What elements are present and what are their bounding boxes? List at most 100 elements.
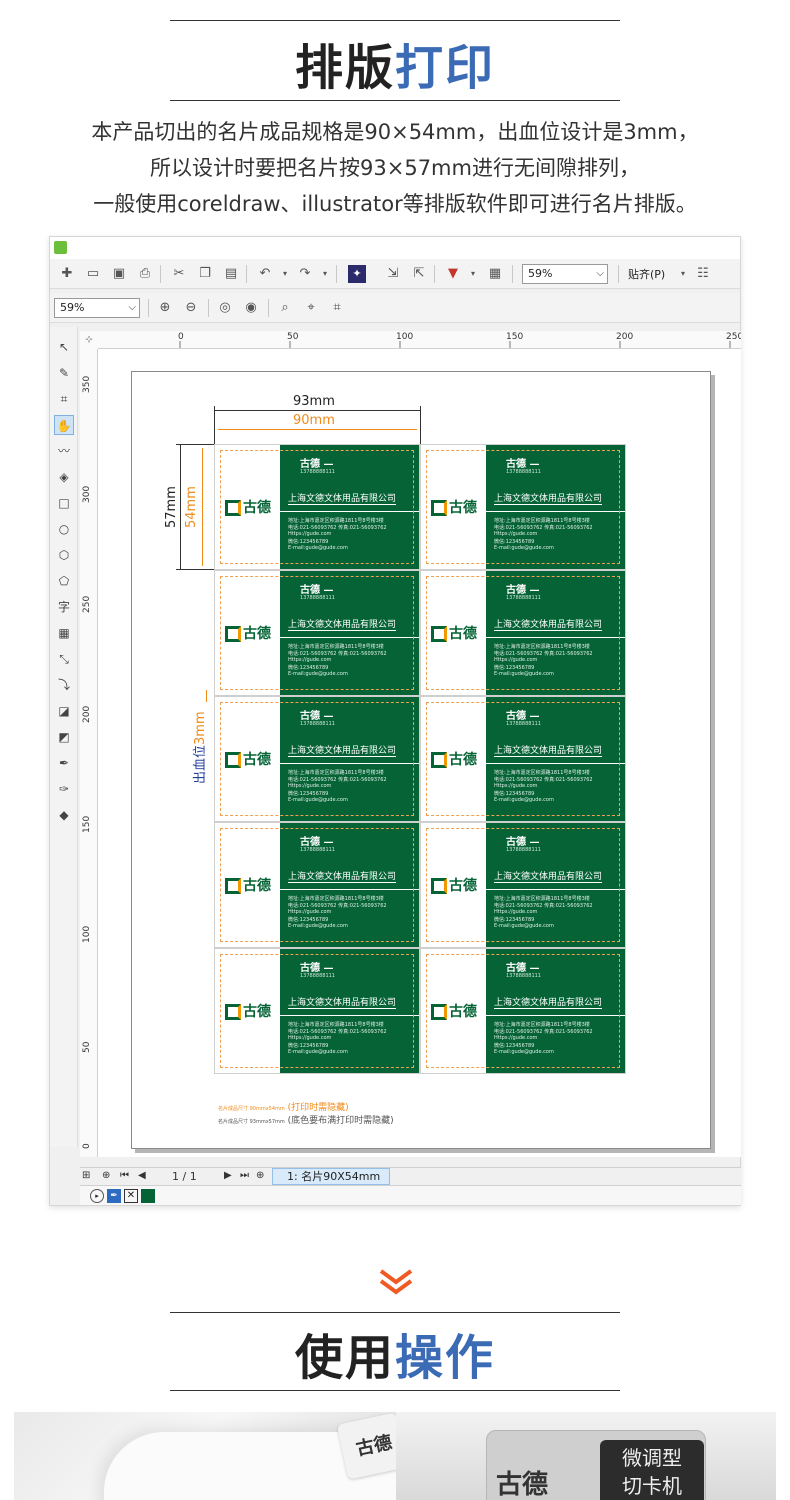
publish-dropdown-icon[interactable]: ▾ xyxy=(464,265,482,283)
connector-tool-icon[interactable]: ⤵ xyxy=(54,675,74,695)
footnote-2: 名片成品尺寸 93mmx57mm (底色要布满打印时需隐藏) xyxy=(218,1113,394,1126)
title2-blue: 操作 xyxy=(395,1330,496,1386)
green-color-swatch[interactable] xyxy=(141,1189,155,1203)
dim-height-outer-line xyxy=(180,444,181,570)
footnote-1-small: 名片成品尺寸 90mmx54mm xyxy=(218,1106,285,1112)
zoom-select-secondary[interactable]: 59% ⌵ xyxy=(54,298,140,318)
paste-icon[interactable]: ▤ xyxy=(222,265,240,283)
zoom-page-icon[interactable]: ⌕ xyxy=(276,299,294,317)
shape-tool-icon[interactable]: ✎ xyxy=(54,363,74,383)
zoom-selected-icon[interactable]: ◎ xyxy=(216,299,234,317)
product-label-line2: 切卡机 xyxy=(622,1474,682,1498)
business-card[interactable]: 古德 古德 —13788888111 上海文德文体用品有限公司 地址:上海市嘉定区积源… xyxy=(420,444,626,570)
ruler-v-label: 250 xyxy=(82,595,92,613)
transparency-tool-icon[interactable]: ◩ xyxy=(54,727,74,747)
business-card[interactable]: 古德 古德 —13788888111 上海文德文体用品有限公司 地址:上海市嘉定区积源… xyxy=(420,570,626,696)
document-palette-bar: ▸ ✒ ✕ xyxy=(80,1185,741,1205)
prev-page-icon[interactable]: ◀ xyxy=(138,1170,146,1181)
zoom-in-icon[interactable]: ⊕ xyxy=(156,299,174,317)
export-icon[interactable]: ⇱ xyxy=(410,265,428,283)
text-tool-icon[interactable]: 字 xyxy=(54,597,74,617)
eyedropper-icon[interactable]: ✒ xyxy=(107,1189,121,1203)
palette-menu-icon[interactable]: ▸ xyxy=(90,1189,104,1203)
save-icon[interactable]: ▣ xyxy=(110,265,128,283)
vertical-ruler[interactable]: 350 300 250 200 150 100 50 0 xyxy=(80,349,98,1157)
separator xyxy=(336,265,337,283)
bleed-size: 3mm xyxy=(193,711,208,745)
undo-dropdown-icon[interactable]: ▾ xyxy=(276,265,294,283)
zoom-all-objects-icon[interactable]: ◉ xyxy=(242,299,260,317)
zoom-page-width-icon[interactable]: ⌖ xyxy=(302,299,320,317)
pan-hand-tool-icon[interactable]: ✋ xyxy=(54,415,74,435)
business-card[interactable]: 古德 古德 —13788888111 上海文德文体用品有限公司 地址:上海市嘉定区积源… xyxy=(214,444,420,570)
ellipse-tool-icon[interactable]: ○ xyxy=(54,519,74,539)
search-content-icon[interactable]: ✦ xyxy=(348,265,366,283)
print-icon[interactable]: ⎙ xyxy=(136,265,154,283)
horizontal-ruler[interactable]: 0 50 100 150 200 250 xyxy=(98,331,741,349)
crop-tool-icon[interactable]: ⌗ xyxy=(54,389,74,409)
add-page-before-icon[interactable]: ⊕ xyxy=(102,1170,110,1181)
card-trim-guide xyxy=(220,954,414,1068)
drawing-canvas[interactable]: 93mm 90mm 57mm 54mm 出血位3mm 古德 古德 —1378888… xyxy=(98,349,741,1157)
separator xyxy=(268,299,269,317)
open-folder-icon[interactable]: ▭ xyxy=(84,265,102,283)
publish-pdf-icon[interactable]: ▼ xyxy=(444,265,462,283)
snap-to-menu[interactable]: 贴齐(P) xyxy=(628,266,665,282)
separator xyxy=(160,265,161,283)
new-document-icon[interactable]: ✚ xyxy=(58,265,76,283)
card-trim-guide xyxy=(220,576,414,690)
table-tool-icon[interactable]: ▦ xyxy=(54,623,74,643)
zoom-page-height-icon[interactable]: ⌗ xyxy=(328,299,346,317)
separator xyxy=(512,265,513,283)
redo-dropdown-icon[interactable]: ▾ xyxy=(316,265,334,283)
dim-width-outer-line xyxy=(214,410,421,411)
bleed-marker xyxy=(206,690,207,702)
undo-icon[interactable]: ↶ xyxy=(256,265,274,283)
app-logo-icon xyxy=(54,241,67,254)
snap-dropdown-icon[interactable]: ▾ xyxy=(674,265,692,283)
footnote-1: 名片成品尺寸 90mmx54mm (打印时需隐藏) xyxy=(218,1100,349,1113)
basic-shapes-tool-icon[interactable]: ⬠ xyxy=(54,571,74,591)
smart-fill-tool-icon[interactable]: ◈ xyxy=(54,467,74,487)
copy-icon[interactable]: ❐ xyxy=(196,265,214,283)
zoom-secondary-value: 59% xyxy=(60,301,85,314)
zoom-level-select[interactable]: 59% ⌵ xyxy=(522,264,608,284)
next-page-icon[interactable]: ▶ xyxy=(224,1170,232,1181)
intro-line-3: 一般使用coreldraw、illustrator等排版软件即可进行名片排版。 xyxy=(93,192,697,216)
freehand-tool-icon[interactable]: 〰 xyxy=(54,441,74,461)
options-checklist-icon[interactable]: ☷ xyxy=(694,265,712,283)
business-card[interactable]: 古德 古德 —13788888111 上海文德文体用品有限公司 地址:上海市嘉定区积源… xyxy=(214,822,420,948)
business-card[interactable]: 古德 古德 —13788888111 上海文德文体用品有限公司 地址:上海市嘉定区积源… xyxy=(420,948,626,1074)
eyedropper-tool-icon[interactable]: ✒ xyxy=(54,753,74,773)
page-tab[interactable]: 1: 名片90X54mm xyxy=(272,1168,390,1185)
business-card[interactable]: 古德 古德 —13788888111 上海文德文体用品有限公司 地址:上海市嘉定区积源… xyxy=(420,696,626,822)
product-label-logo-text: 古德 xyxy=(496,1470,549,1500)
pick-tool-icon[interactable]: ↖ xyxy=(54,337,74,357)
zoom-level-value: 59% xyxy=(528,267,553,280)
rectangle-tool-icon[interactable]: □ xyxy=(54,493,74,513)
interactive-fill-tool-icon[interactable]: ◆ xyxy=(54,805,74,825)
add-page-after-icon[interactable]: ⊕ xyxy=(256,1170,264,1181)
business-card[interactable]: 古德 古德 —13788888111 上海文德文体用品有限公司 地址:上海市嘉定区积源… xyxy=(214,696,420,822)
page-navigator: ⊞ ⊕ ⏮ ◀ 1 / 1 ▶ ⏭ ⊕ 1: 名片90X54mm xyxy=(80,1167,741,1185)
first-page-icon[interactable]: ⏮ xyxy=(120,1170,129,1181)
business-card[interactable]: 古德 古德 —13788888111 上海文德文体用品有限公司 地址:上海市嘉定区积源… xyxy=(420,822,626,948)
drop-shadow-tool-icon[interactable]: ◪ xyxy=(54,701,74,721)
dim-height-inner: 54mm xyxy=(184,486,199,528)
business-card[interactable]: 古德 古德 —13788888111 上海文德文体用品有限公司 地址:上海市嘉定区积源… xyxy=(214,948,420,1074)
zoom-out-icon[interactable]: ⊖ xyxy=(182,299,200,317)
app-launcher-icon[interactable]: ▦ xyxy=(486,265,504,283)
import-icon[interactable]: ⇲ xyxy=(384,265,402,283)
dimension-tool-icon[interactable]: ⤡ xyxy=(54,649,74,669)
outline-pen-tool-icon[interactable]: ✑ xyxy=(54,779,74,799)
no-color-swatch[interactable]: ✕ xyxy=(124,1189,138,1203)
last-page-icon[interactable]: ⏭ xyxy=(240,1170,249,1181)
dim-height-outer-tick-bottom xyxy=(176,569,214,570)
footnote-1-text: (打印时需隐藏) xyxy=(287,1103,349,1113)
ruler-v-label: 350 xyxy=(82,375,92,393)
ruler-corner[interactable]: ⊹ xyxy=(80,331,98,349)
redo-icon[interactable]: ↷ xyxy=(296,265,314,283)
cut-icon[interactable]: ✂ xyxy=(170,265,188,283)
business-card[interactable]: 古德 古德 —13788888111 上海文德文体用品有限公司 地址:上海市嘉定区积源… xyxy=(214,570,420,696)
polygon-tool-icon[interactable]: ⬡ xyxy=(54,545,74,565)
